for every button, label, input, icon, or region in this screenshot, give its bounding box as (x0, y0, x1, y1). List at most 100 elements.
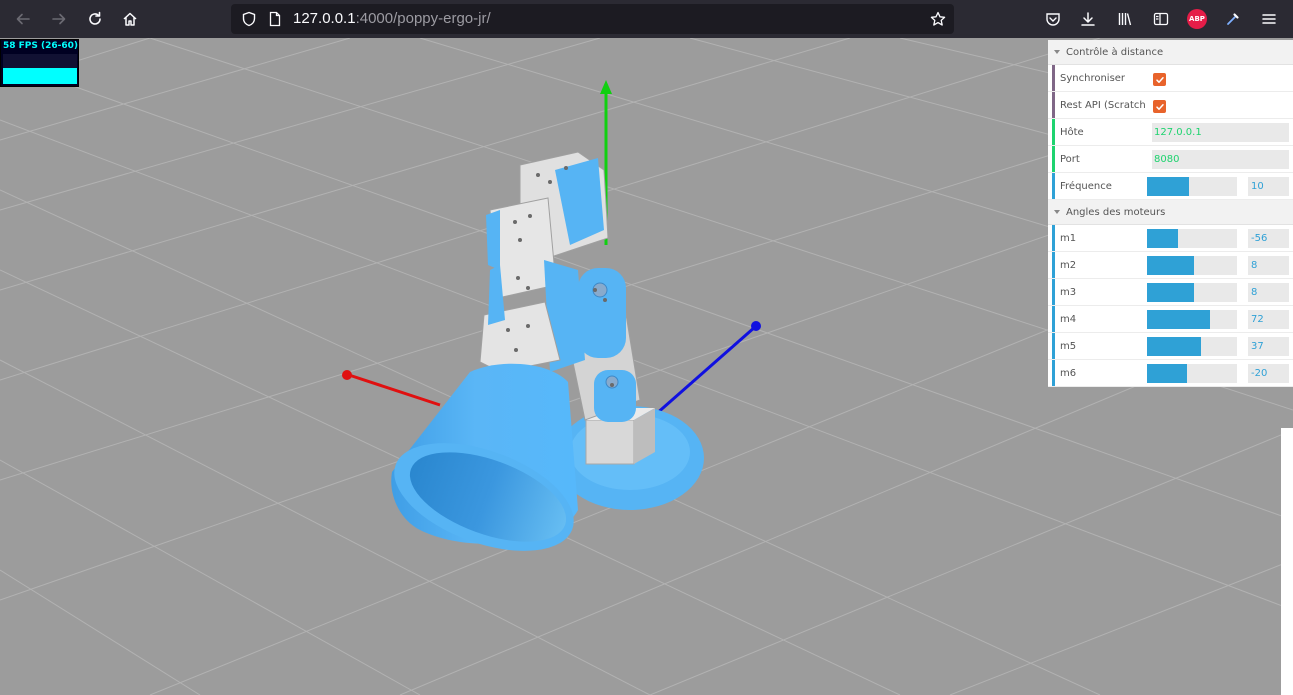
eyedropper-icon (1227, 13, 1239, 25)
checkmark-icon (1155, 103, 1164, 110)
rest-api-label: Rest API (Scratch (1060, 100, 1146, 111)
motor-slider[interactable] (1147, 229, 1237, 248)
motor-value-input[interactable]: -56 (1248, 229, 1289, 248)
3d-viewport[interactable]: 58 FPS (26-60) Contrôle à distance Synch… (0, 38, 1293, 695)
motor-row: m2 8 (1048, 252, 1293, 279)
back-button[interactable] (11, 7, 35, 31)
folder-toggle-icon (1054, 50, 1060, 54)
folder-title-text: Angles des moteurs (1066, 207, 1166, 218)
slider-fill (1147, 337, 1201, 356)
url-text[interactable]: 127.0.0.1:4000/poppy-ergo-jr/ (293, 9, 491, 29)
row-accent-bar (1052, 360, 1055, 386)
row-accent-bar (1052, 173, 1055, 199)
rest-api-checkbox[interactable] (1153, 100, 1166, 113)
host-label: Hôte (1060, 127, 1084, 138)
shield-icon[interactable] (241, 11, 257, 27)
folder-toggle-icon (1054, 210, 1060, 214)
row-accent-bar (1052, 252, 1055, 278)
gui-scroll-gutter (1281, 428, 1293, 695)
motor-slider[interactable] (1147, 310, 1237, 329)
motor-value-input[interactable]: 72 (1248, 310, 1289, 329)
library-button[interactable] (1113, 7, 1137, 31)
motor-row: m4 72 (1048, 306, 1293, 333)
middle-horn (578, 268, 626, 358)
motor-row: m1 -56 (1048, 225, 1293, 252)
row-accent-bar (1052, 92, 1055, 118)
frequency-slider[interactable] (1147, 177, 1237, 196)
menu-button[interactable] (1257, 7, 1281, 31)
folder-motor-angles[interactable]: Angles des moteurs (1048, 200, 1293, 225)
control-panel: Contrôle à distance Synchroniser Rest AP… (1048, 40, 1293, 387)
motor-slider[interactable] (1147, 256, 1237, 275)
port-row: Port 8080 (1048, 146, 1293, 173)
port-label: Port (1060, 154, 1080, 165)
pocket-button[interactable] (1041, 7, 1065, 31)
motor-label: m6 (1060, 368, 1077, 379)
fps-graph (3, 68, 77, 84)
sync-checkbox[interactable] (1153, 73, 1166, 86)
z-axis-tip (751, 321, 761, 331)
sidebar-icon (1153, 12, 1169, 26)
motor-row: m3 8 (1048, 279, 1293, 306)
motor-slider[interactable] (1147, 337, 1237, 356)
motor-slider[interactable] (1147, 364, 1237, 383)
motor-label: m4 (1060, 314, 1077, 325)
row-accent-bar (1052, 119, 1055, 145)
url-host: 127.0.0.1 (293, 10, 356, 27)
fps-stats-panel[interactable]: 58 FPS (26-60) (0, 39, 79, 87)
home-icon (123, 12, 137, 26)
reload-icon (89, 11, 101, 25)
motor-label: m2 (1060, 260, 1077, 271)
motor-row: m5 37 (1048, 333, 1293, 360)
page-icon[interactable] (267, 11, 283, 27)
fps-label: 58 FPS (26-60) (3, 41, 79, 51)
library-icon (1118, 13, 1132, 26)
downloads-button[interactable] (1076, 7, 1100, 31)
row-accent-bar (1052, 65, 1055, 91)
reload-button[interactable] (83, 7, 107, 31)
motor-label: m1 (1060, 233, 1077, 244)
middle-motor-side (486, 210, 500, 270)
frequency-label: Fréquence (1060, 181, 1112, 192)
motor-label: m3 (1060, 287, 1077, 298)
sidebar-button[interactable] (1149, 7, 1173, 31)
x-axis-tip (342, 370, 352, 380)
rest-api-row: Rest API (Scratch (1048, 92, 1293, 119)
motor-value-input[interactable]: 8 (1248, 256, 1289, 275)
frequency-row: Fréquence 10 (1048, 173, 1293, 200)
frequency-value-input[interactable]: 10 (1248, 177, 1289, 196)
row-accent-bar (1052, 306, 1055, 332)
back-arrow-icon (16, 13, 30, 25)
url-bar[interactable]: 127.0.0.1:4000/poppy-ergo-jr/ (231, 4, 954, 34)
folder-title-text: Contrôle à distance (1066, 47, 1164, 58)
slider-fill (1147, 364, 1187, 383)
row-accent-bar (1052, 333, 1055, 359)
motor-value-input[interactable]: 8 (1248, 283, 1289, 302)
adblock-plus-icon[interactable]: ABP (1187, 9, 1207, 29)
base-motor (585, 419, 635, 465)
forward-button[interactable] (47, 7, 71, 31)
eyedropper-button[interactable] (1221, 7, 1245, 31)
slider-fill (1147, 256, 1194, 275)
checkmark-icon (1155, 76, 1164, 83)
forward-arrow-icon (52, 13, 66, 25)
url-path: :4000/poppy-ergo-jr/ (355, 10, 491, 27)
motor-value-input[interactable]: -20 (1248, 364, 1289, 383)
pocket-icon (1046, 13, 1060, 26)
sync-label: Synchroniser (1060, 73, 1126, 84)
motor-slider[interactable] (1147, 283, 1237, 302)
slider-fill (1147, 310, 1210, 329)
row-accent-bar (1052, 146, 1055, 172)
browser-toolbar: 127.0.0.1:4000/poppy-ergo-jr/ ABP (0, 0, 1293, 38)
bookmark-star-icon[interactable] (930, 11, 946, 27)
port-input[interactable]: 8080 (1152, 150, 1289, 169)
motor-label: m5 (1060, 341, 1077, 352)
slider-fill (1147, 283, 1194, 302)
folder-remote-control[interactable]: Contrôle à distance (1048, 40, 1293, 65)
row-accent-bar (1052, 225, 1055, 251)
slider-fill (1147, 229, 1178, 248)
home-button[interactable] (118, 7, 142, 31)
motor-value-input[interactable]: 37 (1248, 337, 1289, 356)
download-icon (1081, 12, 1095, 26)
host-input[interactable]: 127.0.0.1 (1152, 123, 1289, 142)
